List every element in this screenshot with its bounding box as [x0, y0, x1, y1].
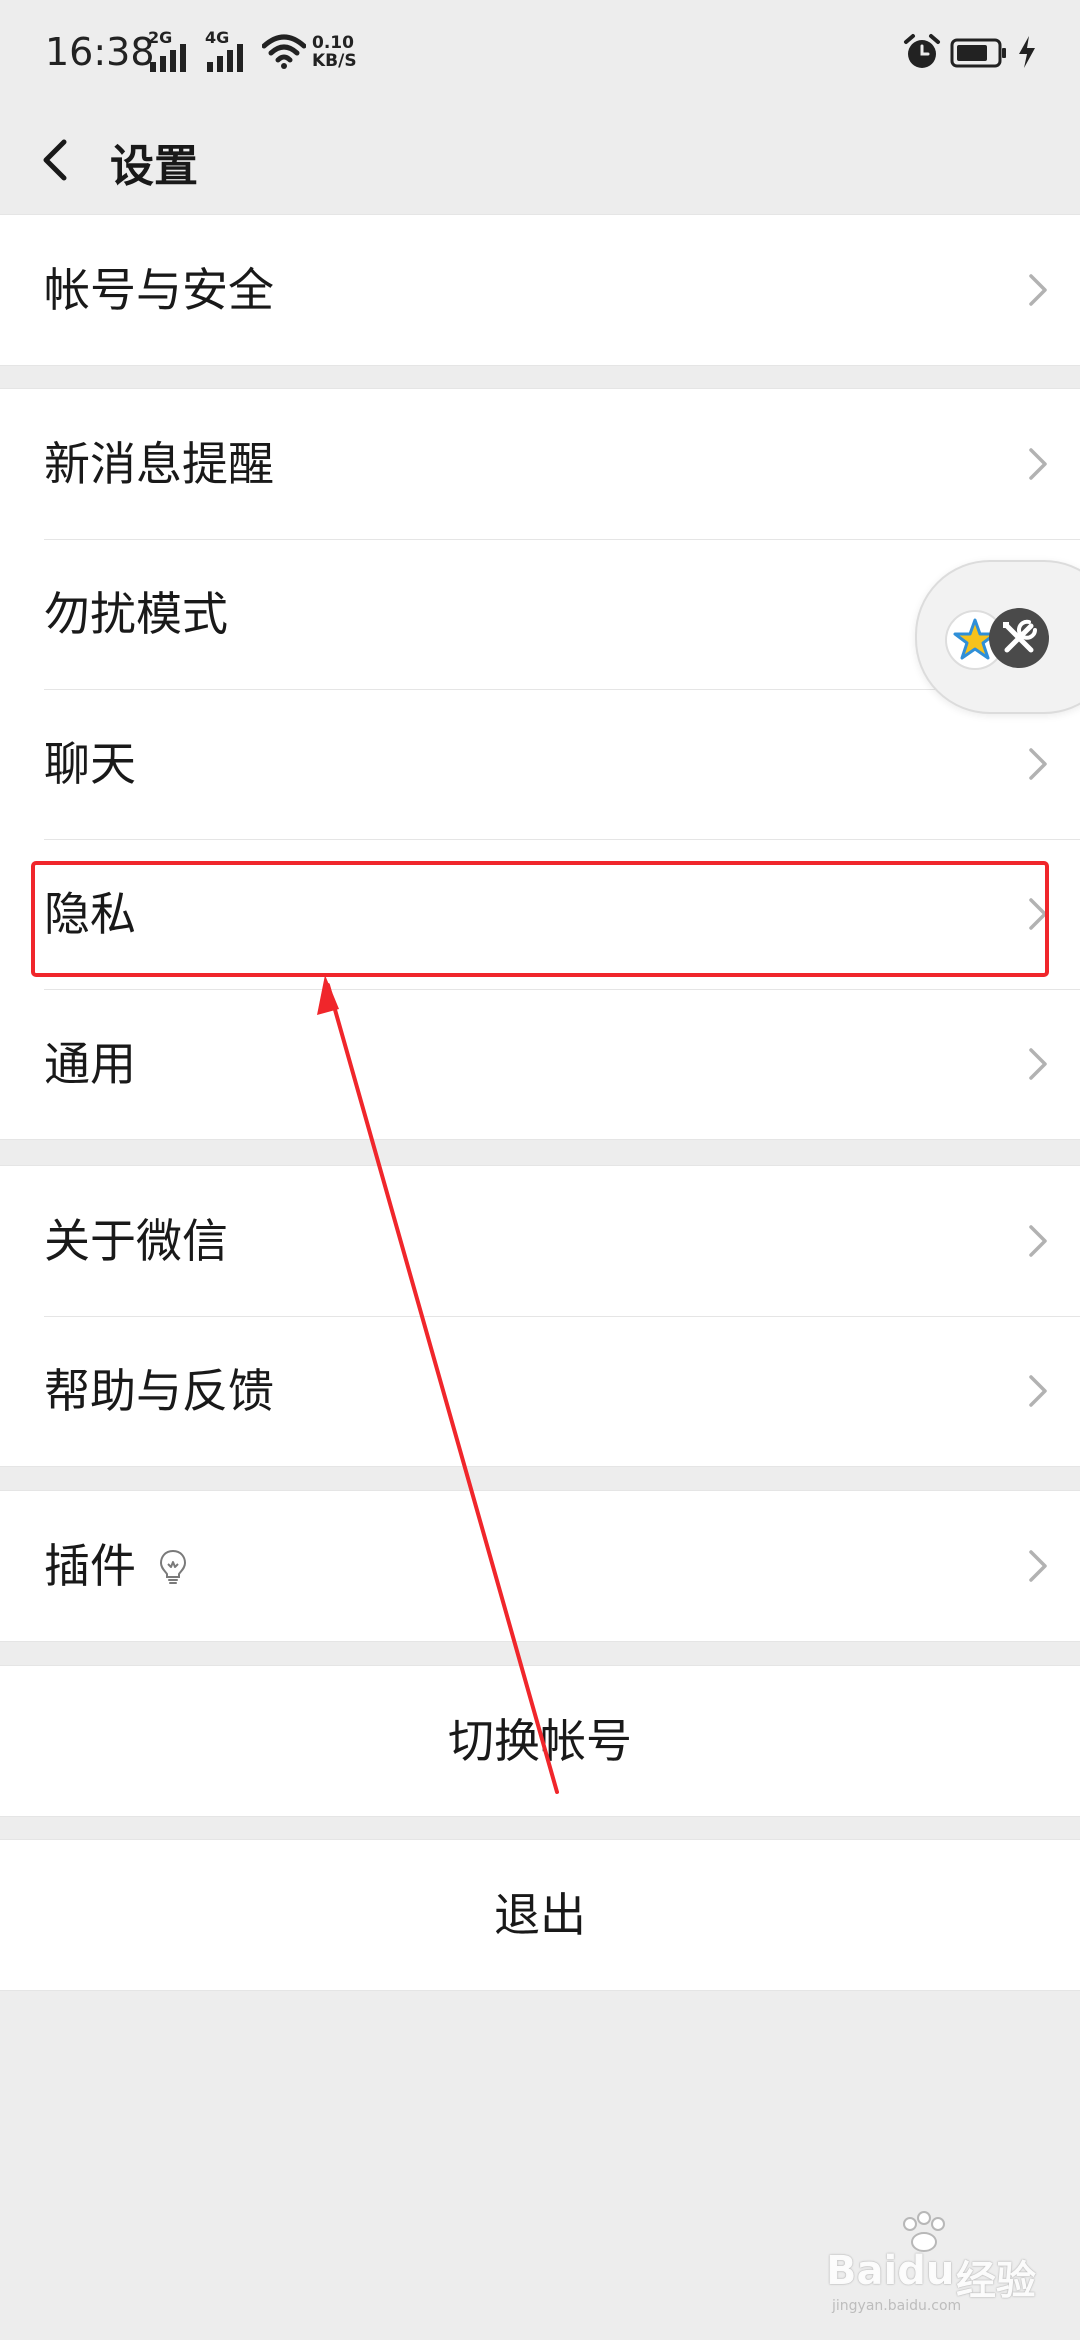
row-label: 勿扰模式 [44, 587, 228, 641]
chevron-right-icon [1029, 1550, 1047, 1582]
tools-icon [989, 608, 1049, 668]
chevron-right-icon [1029, 448, 1047, 480]
row-chat[interactable]: 聊天 [0, 689, 1080, 839]
back-button[interactable] [32, 124, 80, 196]
settings-group-preferences: 新消息提醒 勿扰模式 聊天 隐私 通用 [0, 388, 1080, 1140]
nav-bar: 设置 [0, 110, 1080, 214]
charging-icon [1019, 36, 1035, 68]
row-about-wechat[interactable]: 关于微信 [0, 1166, 1080, 1316]
row-plugins[interactable]: 插件 [0, 1491, 1080, 1641]
row-general[interactable]: 通用 [0, 989, 1080, 1139]
row-label: 帐号与安全 [44, 263, 274, 317]
watermark-brand: Baidu [826, 2248, 955, 2294]
row-label: 帮助与反馈 [44, 1364, 274, 1418]
switch-account-button[interactable]: 切换帐号 [0, 1666, 1080, 1816]
settings-group-about: 关于微信 帮助与反馈 [0, 1165, 1080, 1467]
watermark-url: jingyan.baidu.com [832, 2298, 962, 2314]
row-label: 通用 [44, 1037, 136, 1091]
chevron-right-icon [1029, 1375, 1047, 1407]
chevron-right-icon [1029, 1225, 1047, 1257]
chevron-right-icon [1029, 748, 1047, 780]
watermark: Baidu 经验 [826, 2211, 1036, 2304]
watermark-product: 经验 [956, 2258, 1036, 2304]
status-bar: 16:38 2G 4G 0.10 KB/S [0, 0, 1080, 110]
settings-group-account: 帐号与安全 [0, 214, 1080, 366]
settings-group-logout: 退出 [0, 1839, 1080, 1991]
network-speed-unit: KB/S [312, 51, 357, 71]
logout-button[interactable]: 退出 [0, 1840, 1080, 1990]
status-time: 16:38 [45, 30, 155, 74]
wifi-icon [262, 34, 306, 69]
button-label: 切换帐号 [448, 1714, 632, 1768]
chevron-right-icon [1029, 274, 1047, 306]
row-help-feedback[interactable]: 帮助与反馈 [0, 1316, 1080, 1466]
button-label: 退出 [494, 1888, 586, 1942]
signal-2g-icon: 2G [148, 28, 198, 72]
highlight-box-privacy [31, 861, 1049, 977]
row-label: 插件 [44, 1539, 136, 1593]
settings-group-plugins: 插件 [0, 1490, 1080, 1642]
settings-group-switch-account: 切换帐号 [0, 1665, 1080, 1817]
floating-ball[interactable] [915, 560, 1080, 714]
network-speed: 0.10 KB/S [312, 34, 372, 70]
row-label: 新消息提醒 [44, 437, 274, 491]
chevron-right-icon [1029, 1048, 1047, 1080]
alarm-icon [904, 34, 940, 68]
row-label: 关于微信 [44, 1214, 228, 1268]
row-new-message-alert[interactable]: 新消息提醒 [0, 389, 1080, 539]
lightbulb-icon [159, 1549, 187, 1584]
row-account-security[interactable]: 帐号与安全 [0, 215, 1080, 365]
signal-4g-icon: 4G [205, 28, 255, 72]
network-speed-value: 0.10 [312, 33, 354, 53]
page-title: 设置 [110, 141, 198, 192]
battery-icon [950, 38, 1006, 68]
row-label: 聊天 [44, 737, 136, 791]
